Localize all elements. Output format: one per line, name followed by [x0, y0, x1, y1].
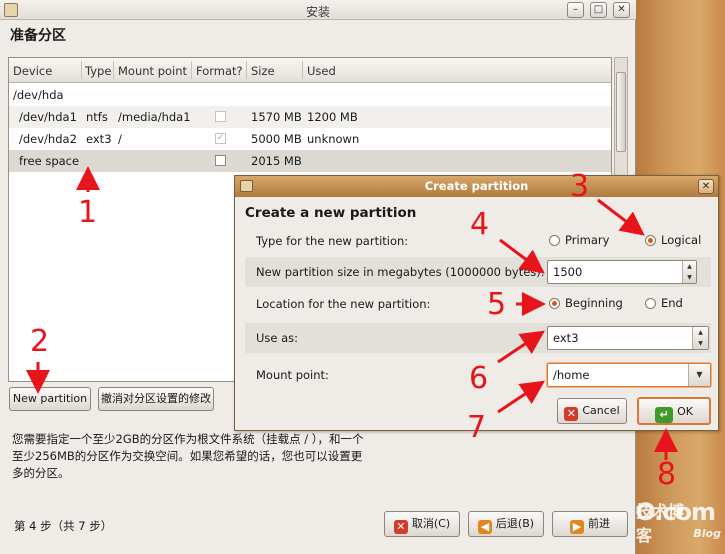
- annotation-label-7: 7: [467, 410, 487, 445]
- annotation-label-8: 8: [657, 457, 677, 492]
- annotation-label-5: 5: [487, 287, 507, 322]
- annotation-arrow-6: [497, 330, 545, 364]
- annotation-arrows: [26, 166, 678, 460]
- annotation-arrow-7: [497, 380, 545, 414]
- annotation-label-1: 1: [78, 195, 98, 230]
- annotation-label-3: 3: [570, 169, 590, 204]
- annotation-label-2: 2: [30, 324, 50, 359]
- annotation-arrow-3: [597, 198, 645, 236]
- annotation-label-6: 6: [469, 361, 489, 396]
- annotation-label-4: 4: [470, 207, 490, 242]
- annotation-arrow-4: [499, 238, 545, 274]
